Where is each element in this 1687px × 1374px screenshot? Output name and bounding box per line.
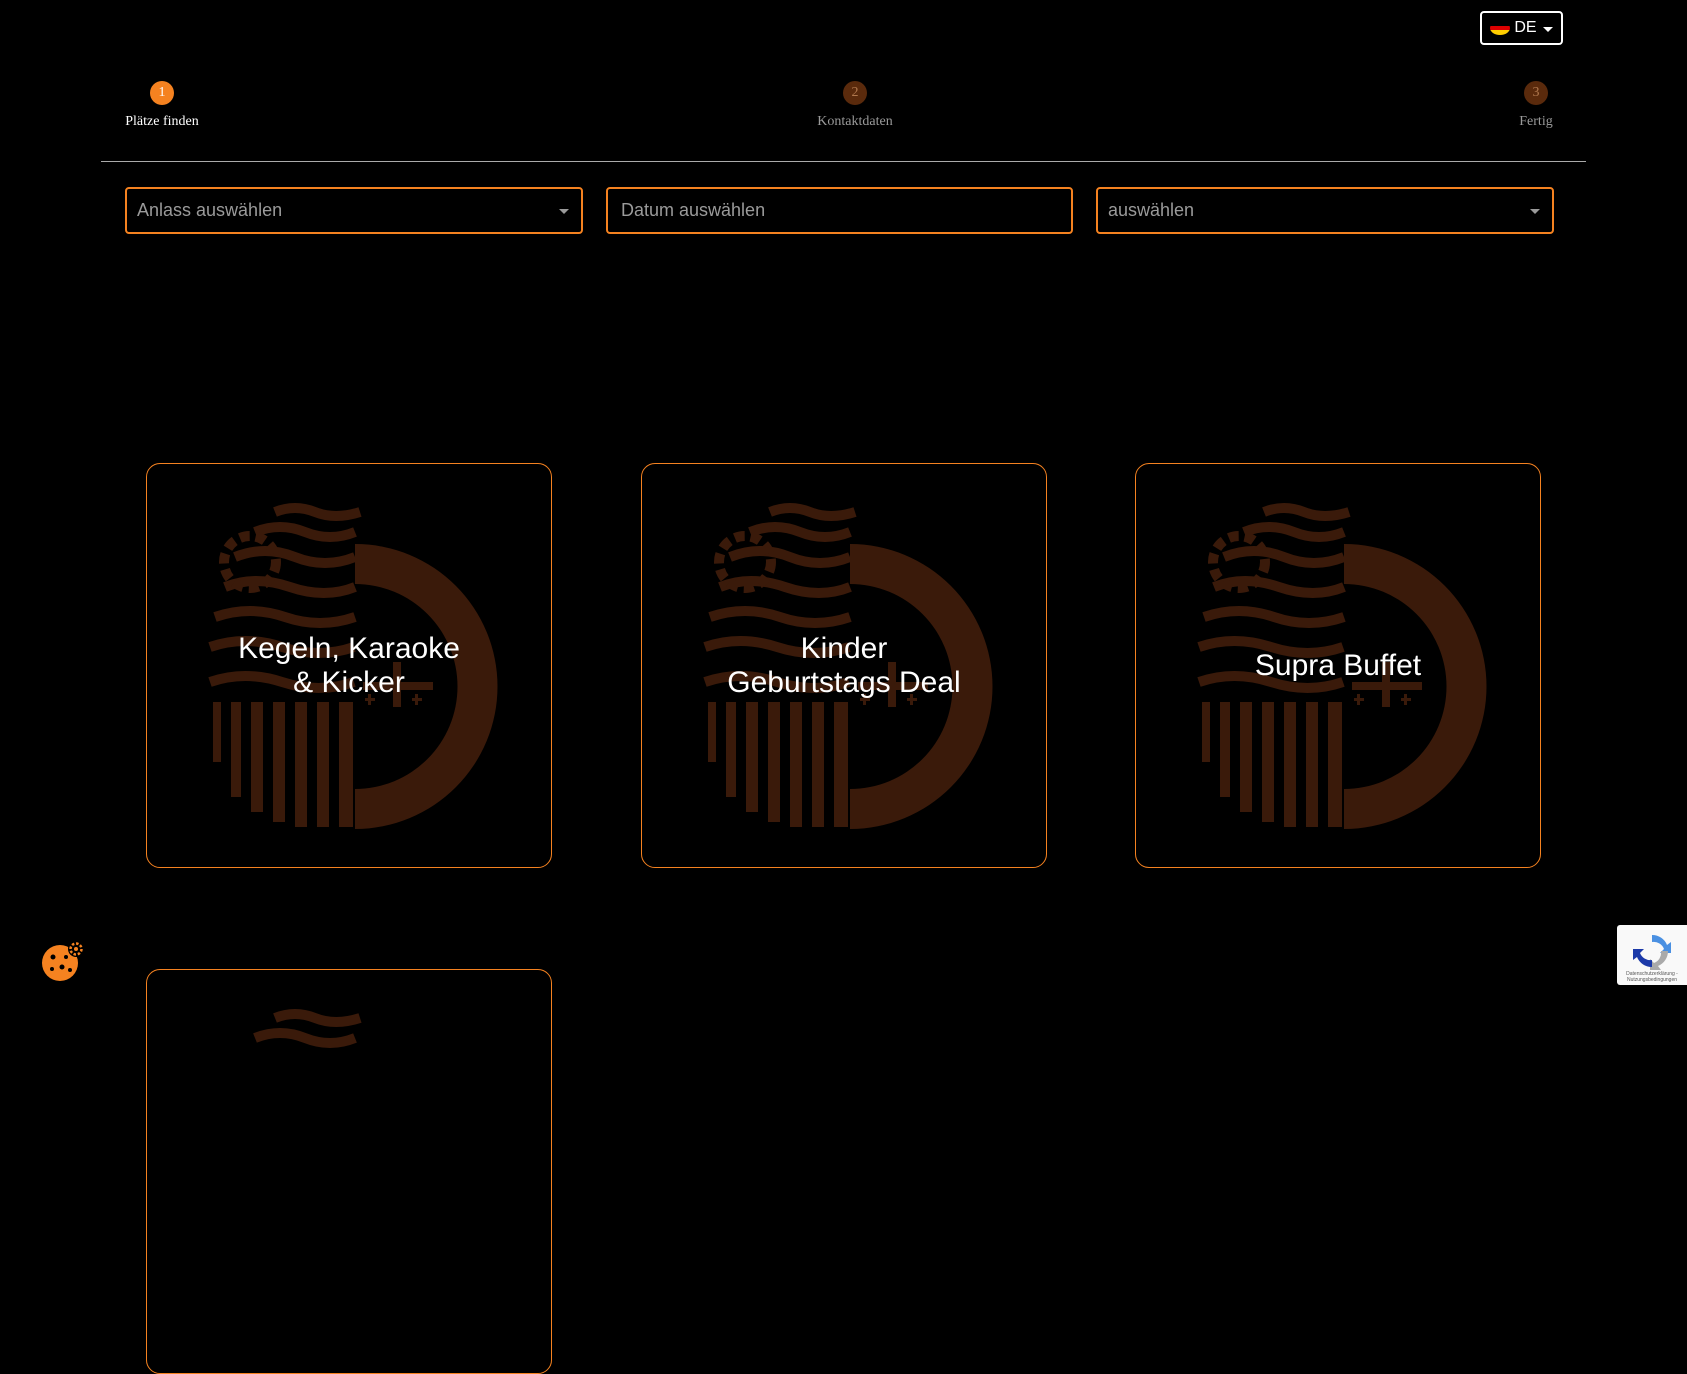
germany-flag-icon [1490, 21, 1511, 35]
step-number: 3 [1524, 81, 1548, 105]
offer-card[interactable] [146, 969, 552, 1374]
language-code: DE [1514, 19, 1537, 36]
step-contact-details: 2 Kontaktdaten [800, 81, 910, 130]
recaptcha-caption: Datenschutzerklärung - Nutzungsbedingung… [1626, 971, 1678, 983]
date-input[interactable]: Datum auswählen [606, 187, 1073, 234]
offer-title: Kegeln, Karaoke & Kicker [238, 631, 460, 699]
chevron-down-icon [1542, 27, 1553, 32]
offer-card[interactable]: Kegeln, Karaoke & Kicker [146, 463, 552, 868]
cookie-settings-icon [42, 941, 84, 981]
step-label: Kontaktdaten [817, 114, 893, 129]
occasion-select[interactable]: Anlass auswählen [125, 187, 583, 234]
stepper-divider [101, 161, 1586, 162]
step-label: Plätze finden [125, 114, 199, 129]
offer-title: Kinder Geburtstags Deal [727, 631, 961, 699]
step-number: 1 [150, 81, 174, 105]
third-select[interactable]: auswählen [1096, 187, 1554, 234]
step-done: 3 Fertig [1506, 81, 1566, 130]
language-selector[interactable]: DE [1480, 11, 1563, 45]
step-number: 2 [843, 81, 867, 105]
cookie-settings-button[interactable] [40, 939, 88, 988]
recaptcha-icon [1633, 934, 1671, 970]
step-label: Fertig [1519, 114, 1553, 129]
offer-card[interactable]: Supra Buffet [1135, 463, 1541, 868]
occasion-placeholder: Anlass auswählen [137, 200, 283, 220]
chevron-down-icon [1530, 209, 1540, 214]
chevron-down-icon [559, 209, 569, 214]
offer-title: Supra Buffet [1254, 648, 1422, 682]
date-placeholder: Datum auswählen [621, 200, 766, 220]
third-placeholder: auswählen [1108, 200, 1195, 220]
step-find-seats: 1 Plätze finden [110, 81, 214, 130]
offer-card[interactable]: Kinder Geburtstags Deal [641, 463, 1047, 868]
recaptcha-badge[interactable]: Datenschutzerklärung - Nutzungsbedingung… [1617, 925, 1687, 985]
offer-title [147, 970, 551, 1373]
